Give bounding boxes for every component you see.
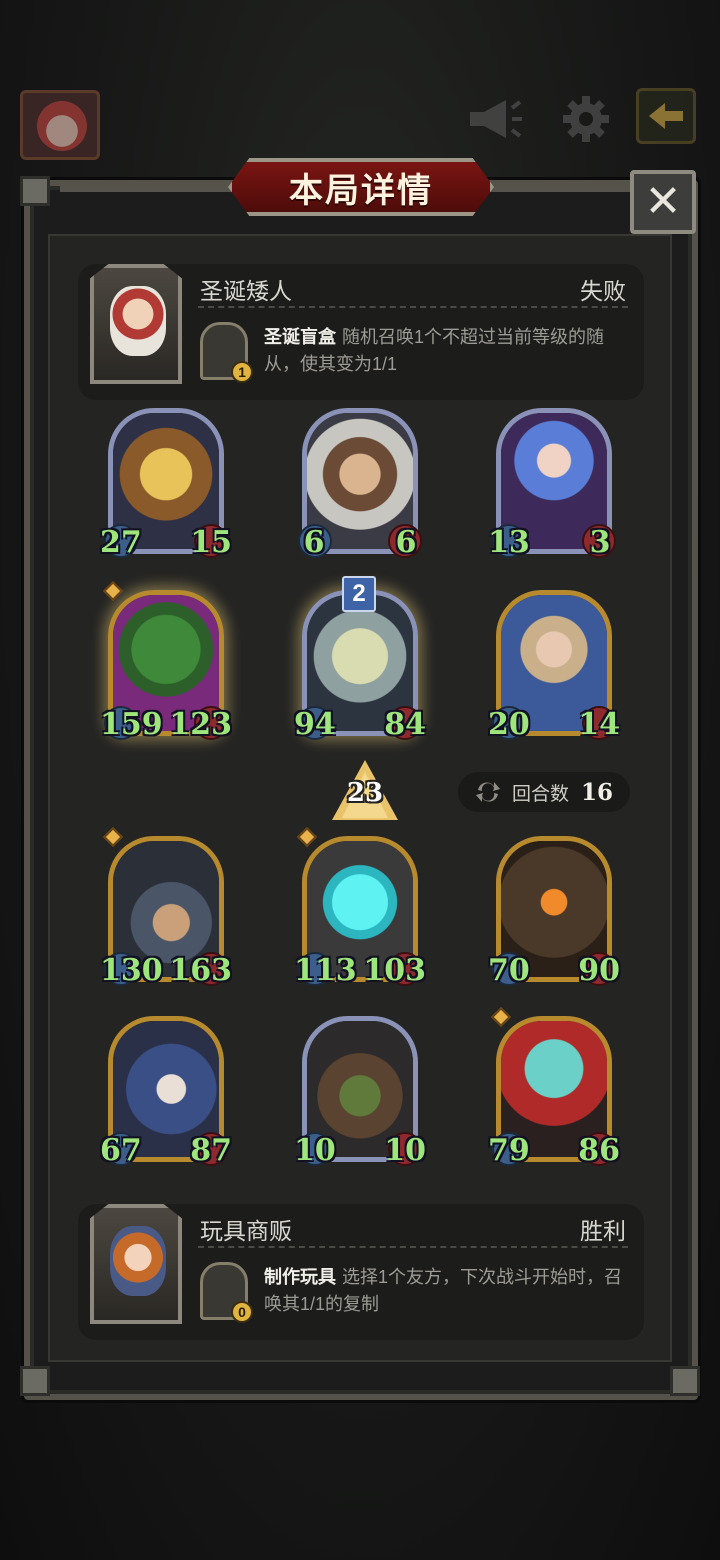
minion-card[interactable]: 70 90 bbox=[488, 836, 620, 988]
minion-attack: 70 bbox=[488, 952, 530, 988]
hero-power-icon[interactable]: 0 bbox=[200, 1262, 253, 1323]
panel-corner bbox=[20, 1366, 50, 1396]
minion-attack: 13 bbox=[488, 524, 530, 560]
panel-corner bbox=[20, 176, 50, 206]
toy-merchant-face bbox=[110, 1226, 166, 1296]
minion-health: 90 bbox=[578, 952, 620, 988]
minion-card[interactable]: 6 6 bbox=[298, 408, 422, 560]
tier-badge: 2 bbox=[342, 576, 376, 612]
gear-icon[interactable] bbox=[558, 94, 614, 144]
minion-health: 123 bbox=[169, 706, 232, 742]
close-button[interactable]: ✕ bbox=[630, 170, 696, 234]
panel-corner bbox=[670, 1366, 700, 1396]
opponent-hero-name: 圣诞矮人 bbox=[200, 278, 292, 304]
power-cost: 1 bbox=[231, 361, 253, 383]
dialog-title-banner: 本局详情 bbox=[228, 158, 494, 216]
minion-health: 10 bbox=[384, 1132, 426, 1168]
minion-card[interactable]: 130 163 bbox=[100, 827, 232, 988]
minion-attack: 79 bbox=[488, 1132, 530, 1168]
title-wing-right bbox=[480, 186, 630, 192]
minion-health: 14 bbox=[578, 706, 620, 742]
gnome-face bbox=[110, 286, 166, 356]
turn-value: 16 bbox=[581, 778, 614, 806]
minion-health: 6 bbox=[395, 524, 417, 560]
minion-attack: 159 bbox=[100, 706, 163, 742]
hero-power-icon[interactable]: 1 bbox=[200, 322, 253, 383]
player-result: 胜利 bbox=[580, 1218, 626, 1244]
minion-health: 15 bbox=[190, 524, 232, 560]
divider bbox=[198, 306, 628, 308]
dialog-title: 本局详情 bbox=[289, 171, 433, 210]
minion-card[interactable]: 94 84 bbox=[294, 590, 426, 742]
refresh-icon bbox=[476, 782, 500, 802]
minion-card[interactable]: 13 3 bbox=[488, 408, 616, 560]
minion-health: 103 bbox=[363, 952, 426, 988]
minion-card[interactable]: 159 123 bbox=[100, 581, 232, 742]
player-hero-portrait[interactable] bbox=[90, 1204, 182, 1324]
minion-attack: 10 bbox=[294, 1132, 336, 1168]
arrow-left-icon bbox=[649, 103, 683, 129]
level-marker: 23 bbox=[332, 760, 398, 820]
close-icon: ✕ bbox=[644, 177, 682, 226]
hero-power-name: 圣诞盲盒 bbox=[264, 327, 336, 347]
hero-power-text: 圣诞盲盒 随机召唤1个不超过当前等级的随从，使其变为1/1 bbox=[264, 324, 624, 378]
minion-health: 163 bbox=[169, 952, 232, 988]
divider bbox=[198, 1246, 628, 1248]
opponent-hero-row: 圣诞矮人 失败 1 圣诞盲盒 随机召唤1个不超过当前等级的随从，使其变为1/1 bbox=[78, 264, 644, 400]
opponent-result: 失败 bbox=[580, 278, 626, 304]
minion-health: 84 bbox=[384, 706, 426, 742]
minion-card[interactable]: 20 14 bbox=[488, 590, 620, 742]
power-cost: 0 bbox=[231, 1301, 253, 1323]
minion-card[interactable]: 27 15 bbox=[100, 408, 232, 560]
minion-health: 3 bbox=[589, 524, 611, 560]
minion-card[interactable]: 79 86 bbox=[488, 1007, 620, 1168]
player-avatar[interactable] bbox=[20, 90, 100, 160]
hero-power-name: 制作玩具 bbox=[264, 1267, 336, 1287]
player-hero-name: 玩具商贩 bbox=[200, 1218, 292, 1244]
hero-power-text: 制作玩具 选择1个友方，下次战斗开始时，召唤其1/1的复制 bbox=[264, 1264, 624, 1318]
minion-attack: 113 bbox=[294, 952, 357, 988]
minion-health: 87 bbox=[190, 1132, 232, 1168]
avatar-face bbox=[37, 101, 87, 151]
minion-attack: 6 bbox=[303, 524, 325, 560]
minion-card[interactable]: 113 103 bbox=[294, 827, 426, 988]
minion-card[interactable]: 67 87 bbox=[100, 1016, 232, 1168]
minion-attack: 130 bbox=[100, 952, 163, 988]
minion-attack: 67 bbox=[100, 1132, 142, 1168]
player-hero-row: 玩具商贩 胜利 0 制作玩具 选择1个友方，下次战斗开始时，召唤其1/1的复制 bbox=[78, 1204, 644, 1340]
turn-label: 回合数 bbox=[512, 783, 570, 805]
level-value: 23 bbox=[346, 778, 384, 808]
turn-counter: 回合数 16 bbox=[458, 772, 630, 812]
opponent-hero-portrait[interactable] bbox=[90, 264, 182, 384]
minion-attack: 27 bbox=[100, 524, 142, 560]
minion-attack: 20 bbox=[488, 706, 530, 742]
minion-card[interactable]: 10 10 bbox=[294, 1016, 426, 1168]
title-wing-left bbox=[60, 186, 240, 192]
back-button[interactable] bbox=[636, 88, 696, 144]
megaphone-icon[interactable] bbox=[466, 94, 522, 144]
minion-health: 86 bbox=[578, 1132, 620, 1168]
minion-attack: 94 bbox=[294, 706, 336, 742]
